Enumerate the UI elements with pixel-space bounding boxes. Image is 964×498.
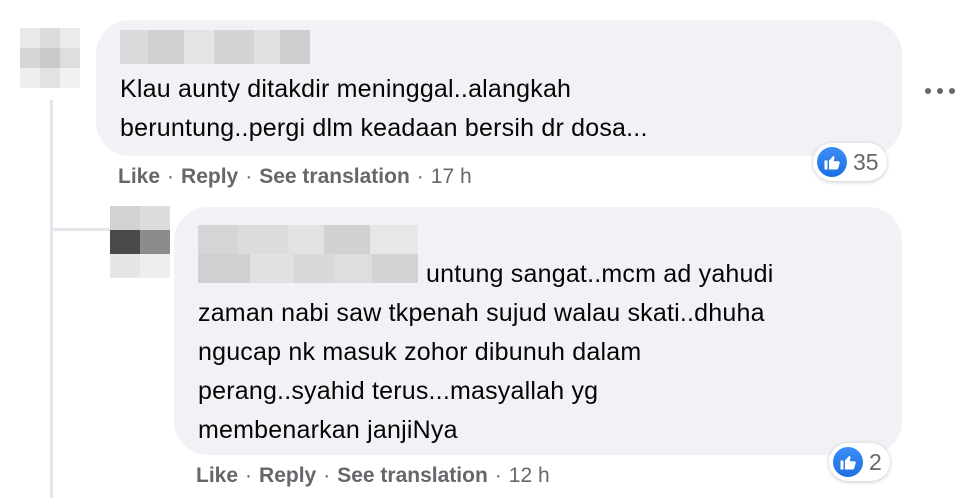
- separator: ·: [245, 165, 253, 188]
- comment-bubble: Klau aunty ditakdir meninggal..alangkah …: [96, 20, 902, 156]
- thumbs-up-icon: [817, 147, 847, 177]
- comment-text: Klau aunty ditakdir meninggal..alangkah …: [120, 75, 648, 142]
- see-translation-link[interactable]: See translation: [259, 165, 410, 189]
- timestamp[interactable]: 17 h: [431, 165, 472, 189]
- comment-actions: Like · Reply · See translation · 17 h: [118, 165, 472, 189]
- comment-actions: Like · Reply · See translation · 12 h: [196, 464, 550, 488]
- separator: ·: [416, 165, 424, 188]
- reply-button[interactable]: Reply: [259, 464, 316, 488]
- separator: ·: [323, 464, 331, 487]
- like-button[interactable]: Like: [196, 464, 238, 488]
- reply-button[interactable]: Reply: [181, 165, 238, 189]
- separator: ·: [167, 165, 175, 188]
- thread-line-branch: [50, 228, 110, 231]
- like-button[interactable]: Like: [118, 165, 160, 189]
- avatar[interactable]: [110, 206, 170, 278]
- thread-line-vertical: [50, 100, 53, 498]
- reaction-count: 2: [869, 448, 882, 475]
- reaction-count: 35: [853, 148, 879, 175]
- comment-bubble: untung sangat..mcm ad yahudi zaman nabi …: [174, 207, 902, 455]
- author-name-redacted[interactable]: [120, 30, 310, 64]
- reaction-summary[interactable]: 2: [829, 443, 890, 481]
- separator: ·: [494, 464, 502, 487]
- avatar[interactable]: [20, 28, 80, 88]
- see-translation-link[interactable]: See translation: [337, 464, 488, 488]
- thumbs-up-icon: [833, 447, 863, 477]
- more-options-icon[interactable]: [925, 86, 955, 96]
- separator: ·: [245, 464, 253, 487]
- timestamp[interactable]: 12 h: [509, 464, 550, 488]
- reaction-summary[interactable]: 35: [813, 143, 887, 181]
- comment-text: untung sangat..mcm ad yahudi zaman nabi …: [198, 260, 774, 444]
